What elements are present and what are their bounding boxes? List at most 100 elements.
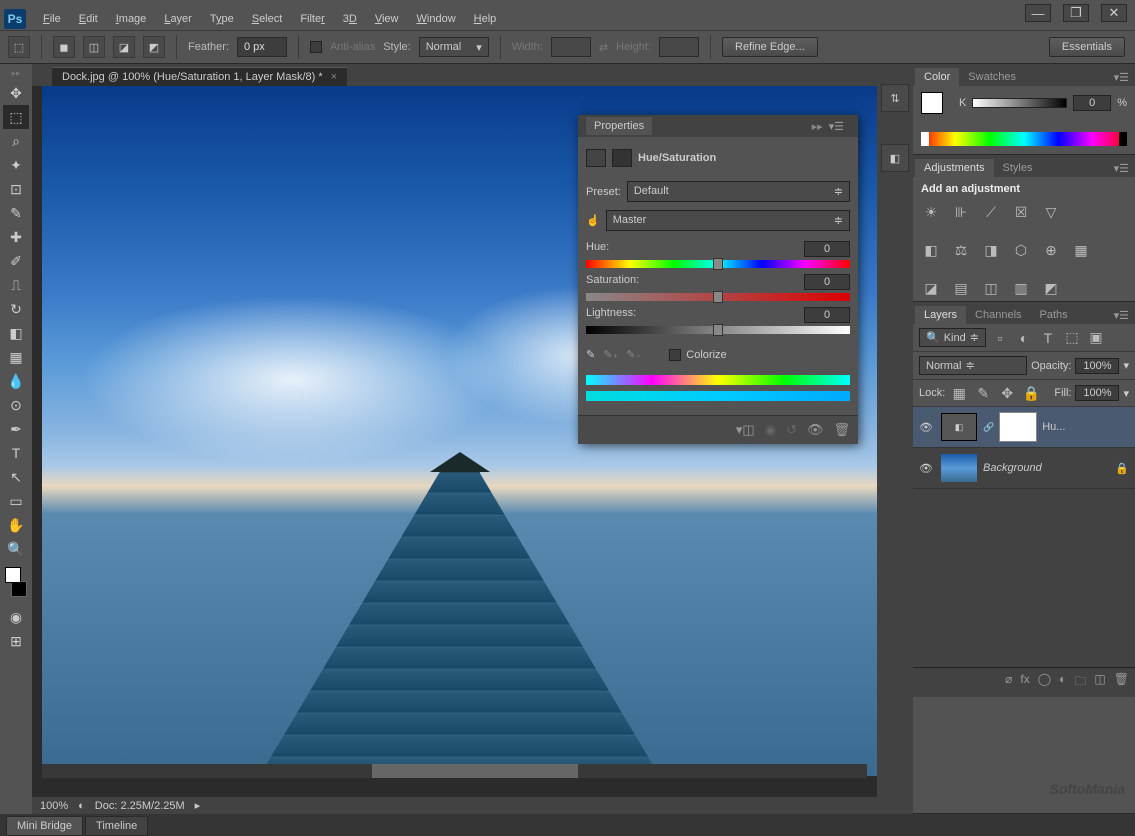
- marquee-tool[interactable]: ⬚: [3, 105, 29, 129]
- curves-icon[interactable]: ⟋: [981, 203, 1001, 221]
- hue-slider[interactable]: [586, 260, 850, 268]
- group-icon[interactable]: 🗀: [1074, 672, 1086, 693]
- adjustment-layer-icon[interactable]: ◐: [1059, 672, 1066, 693]
- filter-type-icon[interactable]: T: [1038, 329, 1058, 347]
- selection-new-icon[interactable]: ◼: [53, 36, 75, 58]
- menu-help[interactable]: Help: [465, 10, 506, 28]
- threshold-icon[interactable]: ◫: [981, 279, 1001, 297]
- color-panel-menu[interactable]: ▾☰: [1108, 69, 1135, 86]
- mask-type-icon[interactable]: [612, 149, 632, 167]
- opacity-dropdown-arrow[interactable]: ▾: [1123, 359, 1129, 372]
- channels-tab[interactable]: Channels: [966, 306, 1030, 324]
- channel-dropdown[interactable]: Master≑: [606, 210, 850, 231]
- lasso-tool[interactable]: ⌕: [3, 129, 29, 153]
- status-arrow[interactable]: ▸: [195, 799, 201, 812]
- screenmode-tool[interactable]: ⊞: [3, 629, 29, 653]
- background-color[interactable]: [11, 581, 27, 597]
- posterize-icon[interactable]: ▤: [951, 279, 971, 297]
- fill-input[interactable]: [1075, 385, 1119, 401]
- menu-image[interactable]: Image: [107, 10, 156, 28]
- close-button[interactable]: ✕: [1101, 4, 1127, 22]
- hue-sat-icon[interactable]: ◧: [921, 241, 941, 259]
- selection-subtract-icon[interactable]: ◪: [113, 36, 135, 58]
- light-value[interactable]: [804, 307, 850, 323]
- status-icon[interactable]: ◐: [78, 800, 85, 812]
- pen-tool[interactable]: ✒: [3, 417, 29, 441]
- shape-tool[interactable]: ▭: [3, 489, 29, 513]
- character-panel-icon[interactable]: ◧: [881, 144, 909, 172]
- properties-tab[interactable]: Properties: [586, 117, 652, 135]
- menu-layer[interactable]: Layer: [155, 10, 201, 28]
- menu-filter[interactable]: Filter: [291, 10, 333, 28]
- crop-tool[interactable]: ⊡: [3, 177, 29, 201]
- colorize-checkbox[interactable]: [669, 349, 681, 361]
- selective-color-icon[interactable]: ◩: [1041, 279, 1061, 297]
- close-tab-icon[interactable]: ×: [331, 71, 337, 83]
- filter-shape-icon[interactable]: ⬚: [1062, 329, 1082, 347]
- lock-move-icon[interactable]: ✥: [997, 384, 1017, 402]
- menu-type[interactable]: Type: [201, 10, 243, 28]
- styles-tab[interactable]: Styles: [994, 159, 1042, 177]
- adjustments-tab[interactable]: Adjustments: [915, 159, 994, 177]
- heal-tool[interactable]: ✚: [3, 225, 29, 249]
- lock-transparency-icon[interactable]: ▦: [949, 384, 969, 402]
- eyedropper-add-icon[interactable]: ✎₊: [603, 348, 618, 361]
- layer-filter-kind[interactable]: 🔍 Kind ≑: [919, 328, 986, 347]
- color-ramp[interactable]: [921, 132, 1127, 146]
- view-previous-icon[interactable]: ◉: [765, 422, 776, 438]
- stamp-tool[interactable]: ⎍: [3, 273, 29, 297]
- antialias-checkbox[interactable]: [310, 41, 322, 53]
- layer-thumb[interactable]: [941, 454, 977, 482]
- layers-panel-menu[interactable]: ▾☰: [1108, 307, 1135, 324]
- collapse-icon[interactable]: ▸▸: [812, 120, 823, 133]
- lock-all-icon[interactable]: 🔒: [1021, 384, 1041, 402]
- sat-value[interactable]: [804, 274, 850, 290]
- layer-name[interactable]: Background: [983, 462, 1109, 474]
- menu-window[interactable]: Window: [408, 10, 465, 28]
- layer-mask-thumb[interactable]: [1000, 413, 1036, 441]
- delete-layer-icon[interactable]: 🗑: [1114, 672, 1129, 693]
- clip-icon[interactable]: ▾◫: [736, 422, 755, 438]
- menu-edit[interactable]: Edit: [70, 10, 107, 28]
- color-lookup-icon[interactable]: ▦: [1071, 241, 1091, 259]
- timeline-tab[interactable]: Timeline: [85, 816, 148, 836]
- menu-file[interactable]: File: [34, 10, 70, 28]
- path-tool[interactable]: ↖: [3, 465, 29, 489]
- workspace-essentials[interactable]: Essentials: [1049, 37, 1125, 57]
- wand-tool[interactable]: ✦: [3, 153, 29, 177]
- reset-icon[interactable]: ↺: [786, 422, 797, 438]
- color-tab[interactable]: Color: [915, 68, 959, 86]
- layer-thumb-icon[interactable]: ◧: [941, 413, 977, 441]
- delete-adj-icon[interactable]: 🗑: [833, 422, 850, 438]
- history-brush-tool[interactable]: ↻: [3, 297, 29, 321]
- paths-tab[interactable]: Paths: [1031, 306, 1077, 324]
- minimize-button[interactable]: —: [1025, 4, 1051, 22]
- horizontal-scrollbar[interactable]: [42, 764, 867, 778]
- preset-dropdown[interactable]: Default≑: [627, 181, 850, 202]
- mask-icon[interactable]: ◯: [1038, 672, 1051, 693]
- blur-tool[interactable]: 💧: [3, 369, 29, 393]
- brush-tool[interactable]: ✐: [3, 249, 29, 273]
- style-dropdown[interactable]: Normal▾: [419, 37, 489, 57]
- new-layer-icon[interactable]: ◫: [1094, 672, 1105, 693]
- levels-icon[interactable]: ⊪: [951, 203, 971, 221]
- eyedropper-sub-icon[interactable]: ✎₋: [626, 348, 641, 361]
- lock-paint-icon[interactable]: ✎: [973, 384, 993, 402]
- layers-tab[interactable]: Layers: [915, 306, 966, 324]
- type-tool[interactable]: T: [3, 441, 29, 465]
- filter-smart-icon[interactable]: ▣: [1086, 329, 1106, 347]
- properties-menu[interactable]: ▾☰: [823, 118, 850, 135]
- doc-info[interactable]: Doc: 2.25M/2.25M: [95, 800, 185, 812]
- channel-mixer-icon[interactable]: ⊕: [1041, 241, 1061, 259]
- toggle-vis-icon[interactable]: 👁: [807, 422, 824, 438]
- sat-slider[interactable]: [586, 293, 850, 301]
- bw-icon[interactable]: ◨: [981, 241, 1001, 259]
- zoom-tool[interactable]: 🔍: [3, 537, 29, 561]
- layer-item-background[interactable]: 👁 Background 🔒: [913, 448, 1135, 489]
- mini-bridge-tab[interactable]: Mini Bridge: [6, 816, 83, 836]
- brightness-icon[interactable]: ☀: [921, 203, 941, 221]
- eyedropper-icon[interactable]: ✎: [586, 348, 595, 361]
- selection-intersect-icon[interactable]: ◩: [143, 36, 165, 58]
- eraser-tool[interactable]: ◧: [3, 321, 29, 345]
- marquee-tool-preset[interactable]: ⬚: [8, 36, 30, 58]
